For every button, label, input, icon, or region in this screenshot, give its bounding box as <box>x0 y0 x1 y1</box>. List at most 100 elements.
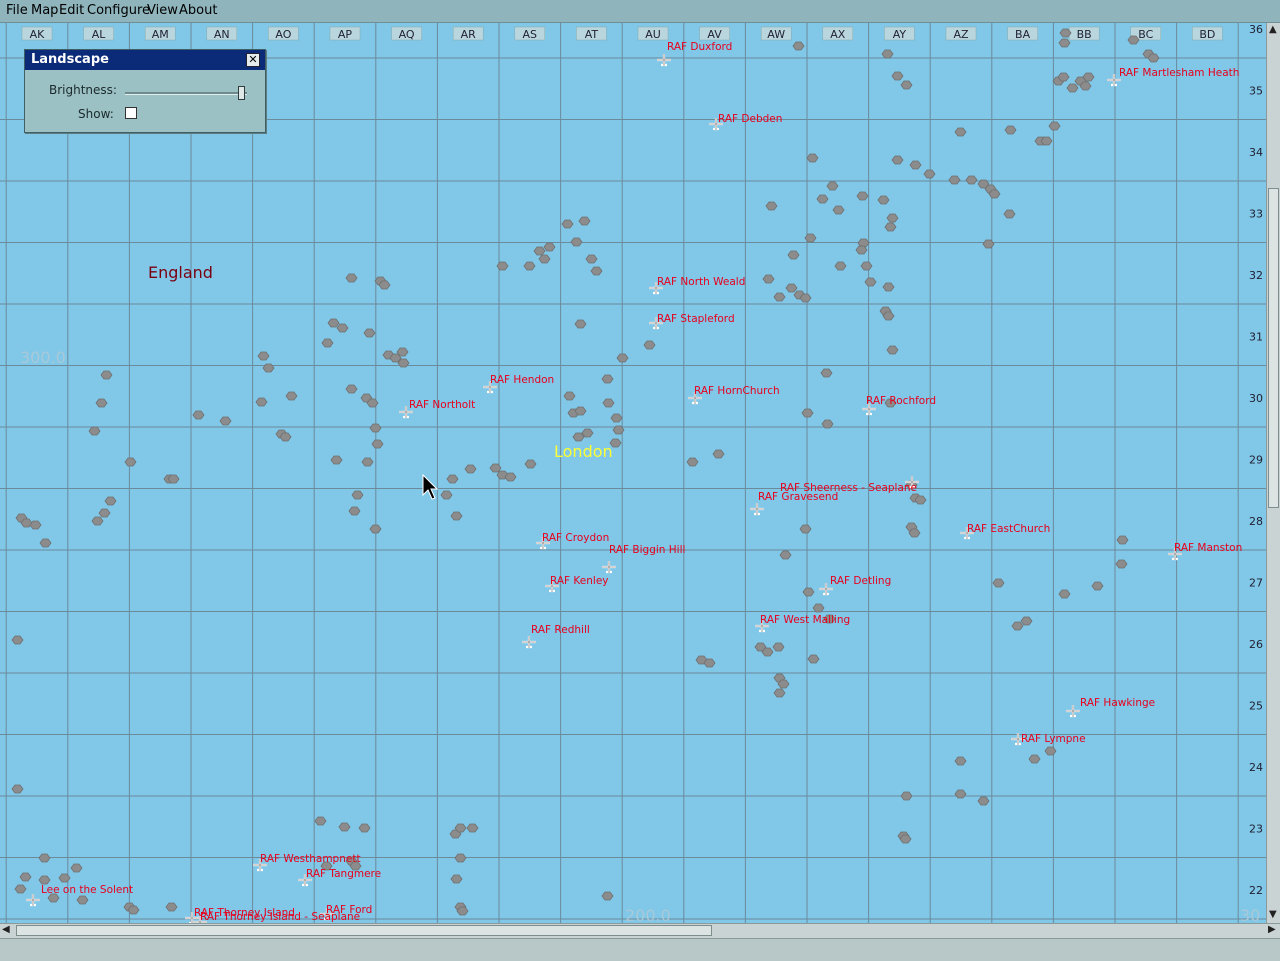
airfield-label: RAF Kenley <box>550 575 609 587</box>
terrain-marker-icon <box>538 254 551 264</box>
terrain-marker-icon <box>900 80 913 90</box>
row-label: 34 <box>1249 146 1263 159</box>
terrain-marker-icon <box>1004 125 1017 135</box>
menu-map[interactable]: Map <box>31 3 58 18</box>
column-label: AY <box>893 28 907 41</box>
terrain-marker-icon <box>464 464 477 474</box>
panel-titlebar[interactable]: Landscape ✕ <box>25 50 265 70</box>
row-label: 35 <box>1249 85 1263 98</box>
region-label: London <box>554 442 613 461</box>
terrain-marker-icon <box>643 340 656 350</box>
terrain-marker-icon <box>773 292 786 302</box>
airfield-label: RAF Debden <box>718 113 782 125</box>
terrain-marker-icon <box>1059 28 1072 38</box>
terrain-marker-icon <box>321 338 334 348</box>
terrain-marker-icon <box>1082 72 1095 82</box>
close-icon[interactable]: ✕ <box>246 53 260 67</box>
airfield-label: RAF Duxford <box>667 41 732 53</box>
terrain-marker-icon <box>366 398 379 408</box>
terrain-marker-icon <box>523 261 536 271</box>
terrain-marker-icon <box>371 439 384 449</box>
terrain-marker-icon <box>397 358 410 368</box>
terrain-marker-icon <box>1044 746 1057 756</box>
brightness-slider-handle[interactable] <box>238 86 245 100</box>
airfield-label: RAF Martlesham Heath <box>1119 67 1239 79</box>
terrain-marker-icon <box>762 274 775 284</box>
terrain-marker-icon <box>100 370 113 380</box>
terrain-marker-icon <box>351 490 364 500</box>
vertical-scrollbar[interactable]: ▲ ▼ <box>1266 23 1280 923</box>
scroll-right-arrow-icon[interactable]: ▶ <box>1268 924 1276 935</box>
terrain-marker-icon <box>450 511 463 521</box>
airfield-plane-outline <box>750 503 764 515</box>
terrain-marker-icon <box>703 658 716 668</box>
column-label: AP <box>338 28 353 41</box>
column-label: BB <box>1077 28 1092 41</box>
terrain-marker-icon <box>616 353 629 363</box>
airfield-label: RAF Stapleford <box>657 313 735 325</box>
terrain-marker-icon <box>11 784 24 794</box>
terrain-marker-icon <box>891 155 904 165</box>
menu-about[interactable]: About <box>179 3 217 18</box>
terrain-marker-icon <box>14 884 27 894</box>
horizontal-scroll-thumb[interactable] <box>16 925 712 936</box>
scroll-down-arrow-icon[interactable]: ▼ <box>1269 909 1277 920</box>
terrain-marker-icon <box>563 391 576 401</box>
menu-file[interactable]: File <box>6 3 28 18</box>
terrain-marker-icon <box>358 823 371 833</box>
airfield-label: RAF Northolt <box>409 399 475 411</box>
terrain-marker-icon <box>799 293 812 303</box>
terrain-marker-icon <box>982 239 995 249</box>
terrain-marker-icon <box>167 474 180 484</box>
brightness-slider[interactable] <box>125 92 247 95</box>
terrain-marker-icon <box>612 425 625 435</box>
menu-configure[interactable]: Configure <box>87 3 150 18</box>
map-canvas[interactable]: AK AL AM AN AO AP AQ AR AS AT AU AV AW AX AY AZ BA BB BC BD… <box>0 23 1280 923</box>
airfield-label: RAF Ford <box>326 904 372 916</box>
show-checkbox[interactable] <box>125 107 137 119</box>
terrain-marker-icon <box>601 374 614 384</box>
column-label: AN <box>214 28 230 41</box>
scroll-up-arrow-icon[interactable]: ▲ <box>1269 24 1277 35</box>
map-grid: AK AL AM AN AO AP AQ AR AS AT AU AV AW AX AY AZ BA BB BC BD… <box>0 23 1266 923</box>
terrain-marker-icon <box>1066 83 1079 93</box>
column-label: AL <box>92 28 107 41</box>
terrain-markers <box>11 28 1160 916</box>
airfield-label: RAF Biggin Hill <box>609 544 685 556</box>
terrain-marker-icon <box>279 432 292 442</box>
column-label: AU <box>645 28 661 41</box>
horizontal-scrollbar[interactable]: ◀ ▶ <box>0 923 1280 938</box>
terrain-marker-icon <box>330 455 343 465</box>
vertical-scroll-thumb[interactable] <box>1268 188 1279 508</box>
terrain-marker-icon <box>1127 35 1140 45</box>
airfield-label: RAF Croydon <box>542 532 609 544</box>
scroll-left-arrow-icon[interactable]: ◀ <box>2 924 10 935</box>
terrain-marker-icon <box>1091 581 1104 591</box>
row-label: 27 <box>1249 577 1263 590</box>
terrain-marker-icon <box>954 127 967 137</box>
terrain-marker-icon <box>336 323 349 333</box>
column-label: AK <box>30 28 46 41</box>
terrain-marker-icon <box>761 647 774 657</box>
terrain-marker-icon <box>446 474 459 484</box>
show-label: Show: <box>78 107 114 121</box>
terrain-marker-icon <box>820 368 833 378</box>
terrain-marker-icon <box>816 194 829 204</box>
terrain-marker-icon <box>58 873 71 883</box>
terrain-marker-icon <box>98 508 111 518</box>
terrain-marker-icon <box>807 654 820 664</box>
panel-title: Landscape <box>31 52 109 67</box>
terrain-marker-icon <box>257 351 270 361</box>
terrain-marker-icon <box>923 169 936 179</box>
terrain-marker-icon <box>1115 559 1128 569</box>
menu-view[interactable]: View <box>147 3 178 18</box>
terrain-marker-icon <box>965 175 978 185</box>
menu-edit[interactable]: Edit <box>59 3 84 18</box>
row-label: 33 <box>1249 208 1263 221</box>
column-label: AZ <box>953 28 969 41</box>
terrain-marker-icon <box>864 277 877 287</box>
terrain-marker-icon <box>489 463 502 473</box>
column-label: BC <box>1138 28 1153 41</box>
terrain-marker-icon <box>361 457 374 467</box>
terrain-marker-icon <box>826 181 839 191</box>
